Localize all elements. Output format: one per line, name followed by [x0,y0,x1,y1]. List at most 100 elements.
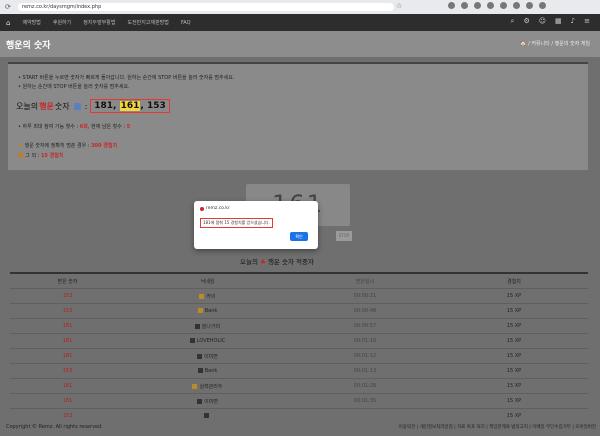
table-title-prefix: 오늘의 [240,258,258,266]
coin-icon: ■ [18,152,24,159]
dialog-header: remz.co.kr [200,206,230,211]
nickname[interactable]: 이미면 [204,399,218,405]
limit-value: 6회 [79,124,88,130]
cell-nickname[interactable]: Bank [125,308,290,314]
bookmark-star-icon[interactable]: ☆ [396,2,402,10]
nav-item[interactable]: 정지두발부활법 [83,19,115,26]
cell-time: 00:01:28 [353,383,377,389]
lucky-numbers: 181, 161, 153 [90,99,170,113]
address-bar[interactable]: remz.co.kr/daysmgm/index.php [18,3,394,11]
table-header: 받은 숫자 닉네임 받은일시 경험치 [10,272,588,289]
cell-number: 153 [62,368,73,374]
nav-item[interactable]: FAQ [181,20,191,26]
browser-toolbar: ⟳ remz.co.kr/daysmgm/index.php ☆ [0,0,600,15]
level-badge-icon [199,293,205,299]
cell-xp: 15 XP [506,353,522,359]
puzzle-icon[interactable] [513,2,520,9]
nickname[interactable]: 실력관리두 [199,384,222,390]
cell-xp: 15 XP [506,293,522,299]
level-badge-icon [204,413,209,418]
footer-links[interactable]: 이용약관 | 개인정보처리방침 | 자료 복포 처치 | 책임한계와 법적고지 … [399,424,596,430]
table-row: 181 이미면 00:01:35 15 XP [10,394,588,409]
cell-xp: 15 XP [506,368,522,374]
profile-icon[interactable] [526,2,533,9]
page-title: 행운의 숫자 [6,41,51,51]
ok-button[interactable]: 확인 [290,232,308,241]
table-title-word: 행운 [267,258,280,266]
cell-time: 00:00:21 [353,293,377,299]
nickname[interactable]: 이미면 [204,354,218,360]
lucky-number: , 153 [140,101,166,111]
search-icon[interactable]: ⌕ [511,17,515,26]
reward-value: 15 경험치 [40,153,64,159]
lucky-number: 181, [94,101,117,111]
nav-item[interactable]: 도전만지고재판방법 [127,19,168,26]
nickname[interactable]: Bank [205,368,218,374]
cell-time: 00:00:48 [353,308,377,314]
dialog-site: remz.co.kr [206,206,230,211]
table-row: 153 Bank 00:00:48 15 XP [10,304,588,319]
stop-button[interactable]: STOP [336,231,352,241]
level-badge-icon [197,353,203,359]
cell-nickname[interactable]: 잘나가리 [125,323,290,330]
page-header: 행운의 숫자 🏠 / 커뮤니티 / 행운의 숫자 게임 [0,31,600,57]
nav-item[interactable]: 후원하기 [53,19,71,26]
limit-mid: , 현재 남은 횟수 : [87,124,126,130]
table-title-suffix: 숫자 적중자 [281,258,314,266]
alert-dialog: remz.co.kr 181에 멈춰 15 경험치를 얻으셨습니다. 확인 [194,201,318,249]
cell-nickname[interactable]: 이미면 [125,398,290,405]
cell-number: 181 [62,323,73,329]
cell-nickname[interactable]: 카이 [125,293,290,300]
cell-number: 153 [62,293,73,299]
winners-table: 받은 숫자 닉네임 받은일시 경험치 153 카이 00:00:21 15 XP 153… [10,272,588,424]
reward-label: 행운 숫자에 정확히 멈춘 경우 : [24,143,90,149]
column-header: 받은 숫자 [57,278,78,285]
number-box-icon [73,102,81,110]
reload-icon[interactable]: ⟳ [5,3,11,11]
cell-time: 00:01:13 [353,368,377,374]
site-nav: ⌂ 예약방법 후원하기 정지두발부활법 도전만지고재판방법 FAQ ⌕ ⚙ ☺ … [0,14,600,31]
copyright: Copyright © Remz. All rights reserved. [6,424,103,430]
reward-value: 300 경험치 [91,143,118,149]
nickname[interactable]: 카이 [206,294,215,300]
instruction-line: • 원하는 순간에 STOP 버튼을 눌러 숫자를 멈추세요. [18,84,130,90]
remaining-count: 5 [126,124,131,130]
trophy-icon: ✦ [18,142,24,149]
limit-label: • 하루 최대 참여 가능 횟수 : [18,124,79,130]
cell-xp: 15 XP [506,308,522,314]
grid-icon[interactable]: ▦ [555,17,562,26]
home-icon[interactable]: ⌂ [6,19,10,27]
nickname[interactable]: 잘나가리 [202,324,220,330]
cell-number: 181 [62,383,73,389]
user-icon[interactable]: ☺ [539,17,546,26]
table-row: 181 LOVEHOLIC 00:01:10 15 XP [10,334,588,349]
camera-icon[interactable] [448,2,455,9]
column-header: 경험치 [507,278,521,285]
gear-icon[interactable]: ⚙ [523,17,529,26]
extension-icon[interactable] [474,2,481,9]
download-icon[interactable] [461,2,468,9]
instructions: • START 버튼을 누르면 숫자가 빠르게 돌아갑니다. 원하는 순간에 S… [18,74,234,92]
cell-xp: 15 XP [506,383,522,389]
cell-xp: 15 XP [506,338,522,344]
cell-number: 181 [62,398,73,404]
cell-nickname[interactable]: 실력관리두 [125,383,290,390]
extension-icon[interactable] [487,2,494,9]
cell-nickname[interactable]: LOVEHOLIC [125,338,290,344]
breadcrumb[interactable]: 🏠 / 커뮤니티 / 행운의 숫자 게임 [520,40,590,47]
nickname[interactable]: Bank [205,308,218,314]
hamburger-icon[interactable]: ≡ [584,17,590,26]
nickname[interactable]: LOVEHOLIC [197,338,225,344]
column-header: 받은일시 [355,278,375,285]
cell-xp: 15 XP [506,413,522,419]
cell-nickname[interactable] [125,413,290,419]
level-badge-icon [192,383,198,389]
cell-nickname[interactable]: 이미면 [125,353,290,360]
lucky-numbers-row: 오늘의 행운 숫자 : 181, 161, 153 [16,99,170,113]
nav-item[interactable]: 예약방법 [22,19,40,26]
extension-icon[interactable] [500,2,507,9]
bell-icon[interactable]: ♪ [571,17,575,26]
cell-nickname[interactable]: Bank [125,368,290,374]
nav-icons: ⌕ ⚙ ☺ ▦ ♪ ≡ [511,17,590,26]
menu-icon[interactable] [539,2,546,9]
